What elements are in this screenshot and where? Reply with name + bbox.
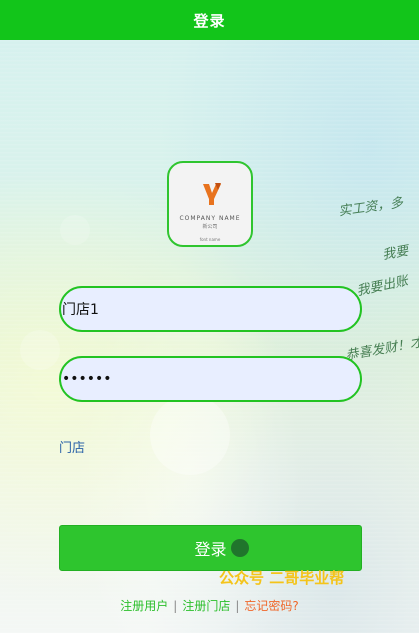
- register-user-link[interactable]: 注册用户: [120, 597, 168, 614]
- logo-company-sub: 新公司: [202, 224, 218, 230]
- username-field[interactable]: [59, 286, 362, 332]
- app-header: 登录: [0, 0, 419, 40]
- login-button-label: 登录: [194, 540, 227, 559]
- footer-separator: |: [235, 598, 240, 613]
- username-input[interactable]: [61, 288, 360, 330]
- background-handwriting: 实工资，多: [337, 195, 405, 220]
- footer-links: 注册用户 | 注册门店 | 忘记密码?: [0, 597, 419, 614]
- background-bokeh: [60, 215, 90, 245]
- logo-footer-text: font name: [199, 237, 221, 242]
- company-logo: COMPANY NAME 新公司 font name: [167, 161, 253, 247]
- watermark-text: 公众号 二哥毕业帮: [219, 569, 345, 587]
- register-store-link[interactable]: 注册门店: [182, 597, 230, 614]
- logo-company-name: COMPANY NAME: [179, 215, 241, 222]
- background-bokeh: [150, 395, 230, 475]
- background-handwriting: 恭喜发财！才: [344, 335, 419, 364]
- background-handwriting: 我要: [381, 243, 410, 264]
- logo-mark-icon: [203, 183, 221, 205]
- login-button[interactable]: 登录: [59, 525, 362, 571]
- store-login-link[interactable]: 门店: [59, 437, 85, 456]
- background-handwriting: 我要出账: [355, 273, 410, 300]
- page-title: 登录: [193, 11, 226, 30]
- forgot-password-link[interactable]: 忘记密码?: [244, 597, 298, 614]
- password-input[interactable]: [61, 358, 360, 400]
- password-field[interactable]: [59, 356, 362, 402]
- background-bokeh: [20, 330, 60, 370]
- cursor-indicator: [231, 539, 249, 557]
- footer-separator: |: [173, 598, 178, 613]
